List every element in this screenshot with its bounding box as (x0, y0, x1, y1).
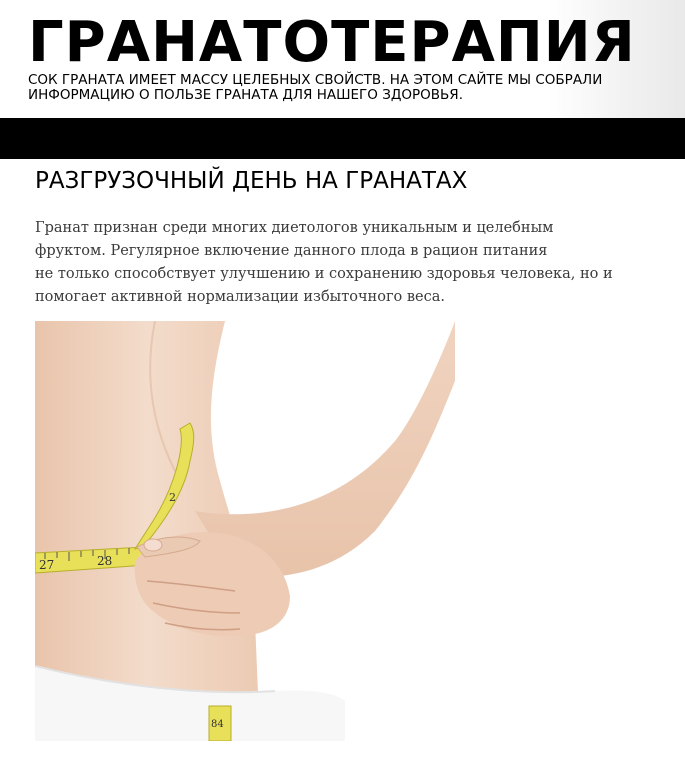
article-title: РАЗГРУЗОЧНЫЙ ДЕНЬ НА ГРАНАТАХ (35, 168, 468, 194)
article-paragraph: Гранат признан среди многих диетологов у… (35, 217, 615, 309)
tape-number: 84 (211, 719, 224, 730)
waist-measuring-tape-illustration: 27 28 2 84 (35, 321, 455, 741)
article-image: 27 28 2 84 (35, 321, 455, 741)
navigation-bar (0, 118, 685, 159)
tape-number: 27 (39, 558, 54, 572)
paragraph-line: фруктом. Регулярное включение данного пл… (35, 243, 548, 259)
site-title[interactable]: ГРАНАТОТЕРАПИЯ (28, 12, 636, 74)
paragraph-line: Гранат признан среди многих диетологов у… (35, 220, 554, 236)
article: РАЗГРУЗОЧНЫЙ ДЕНЬ НА ГРАНАТАХ Гранат при… (35, 159, 655, 309)
tape-number: 2 (169, 491, 176, 504)
tape-number: 28 (97, 554, 112, 568)
paragraph-line: помогает активной нормализации избыточно… (35, 289, 446, 305)
site-tagline: СОК ГРАНАТА ИМЕЕТ МАССУ ЦЕЛЕБНЫХ СВОЙСТВ… (28, 72, 603, 103)
paragraph-line: не только способствует улучшению и сохра… (35, 266, 613, 282)
site-header: ГРАНАТОТЕРАПИЯ СОК ГРАНАТА ИМЕЕТ МАССУ Ц… (0, 0, 685, 118)
